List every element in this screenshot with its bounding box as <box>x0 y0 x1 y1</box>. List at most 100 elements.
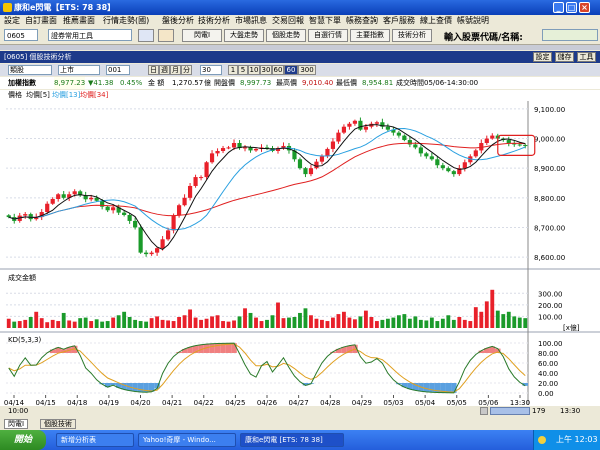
active-minute[interactable]: 60 <box>284 65 298 75</box>
category-select[interactable]: 類股 <box>8 65 52 75</box>
menu-trade-report[interactable]: 交易回報 <box>272 15 304 26</box>
code-combo[interactable]: 0605 <box>4 29 38 41</box>
market-trend-button[interactable]: 大盤走勢 <box>224 29 264 42</box>
volume-bar <box>83 317 88 328</box>
task-analysis-table[interactable]: 新增分析表 <box>56 433 134 447</box>
volume-bar <box>177 317 182 328</box>
candle-body <box>446 168 451 172</box>
volume-title: 成交金額 <box>8 274 36 282</box>
count-select[interactable]: 30 <box>200 65 222 75</box>
volume-bar <box>265 319 269 328</box>
close-button[interactable]: × <box>579 2 590 13</box>
menu-customer-service[interactable]: 客戶服務 <box>383 15 415 26</box>
flash-button[interactable]: 閃電I <box>182 29 222 42</box>
legend-ma34: 均價[34] <box>80 91 109 99</box>
window-title: 康和e閃電【ETS: 78 38】 <box>14 3 116 12</box>
maximize-button[interactable]: □ <box>566 2 577 13</box>
amount-label: 金 額 <box>148 79 165 87</box>
menu-custom-screen[interactable]: 自訂畫面 <box>25 15 57 26</box>
menu-market-info[interactable]: 市場訊息 <box>235 15 267 26</box>
high-value: 9,010.40 <box>302 79 334 87</box>
tray-icon <box>538 436 546 444</box>
menu-settings[interactable]: 設定 <box>4 15 20 26</box>
tab-stock-tech[interactable]: 個股技術 <box>40 419 76 429</box>
menu-smart-order[interactable]: 智慧下單 <box>309 15 341 26</box>
app-icon <box>3 3 12 12</box>
min-10[interactable]: 10 <box>248 65 260 75</box>
task-yahoo[interactable]: Yahoo!奇摩 - Windo... <box>138 433 236 447</box>
candle-body <box>56 194 61 199</box>
control-row: 類股 上市 001 日 週 月 分 30 1 5 10 30 60 60 300 <box>0 64 600 76</box>
market-select[interactable]: 上市 <box>58 65 100 75</box>
ma34-line <box>8 142 526 220</box>
menu-quotes[interactable]: 行情走勢(國) <box>103 15 149 26</box>
menu-after-market[interactable]: 盤後分析 <box>162 15 194 26</box>
menu-account-help[interactable]: 帳號說明 <box>457 15 489 26</box>
candle-body <box>347 123 352 127</box>
candle-body <box>517 144 522 146</box>
chart-icon[interactable] <box>158 29 174 42</box>
min-5[interactable]: 5 <box>238 65 248 75</box>
candle-body <box>187 185 193 198</box>
menu-technical-analysis[interactable]: 技術分析 <box>198 15 230 26</box>
volume-tick-label: 100.00 <box>538 313 563 321</box>
volume-bar <box>221 321 225 328</box>
menu-recommended-screen[interactable]: 推薦畫面 <box>63 15 95 26</box>
x-tick-label: 04/15 <box>36 399 56 406</box>
period-month[interactable]: 月 <box>170 65 181 75</box>
volume-bar <box>67 320 72 328</box>
custom-period[interactable]: 300 <box>298 65 316 75</box>
kd-tick-label: 60.00 <box>538 360 558 368</box>
candle-body <box>418 147 423 154</box>
candle-body <box>396 132 401 136</box>
tab-flash[interactable]: 閃電I <box>4 419 29 429</box>
candle-body <box>144 252 149 255</box>
candle-body <box>242 147 248 149</box>
calculator-icon[interactable] <box>138 29 154 42</box>
stock-trend-button[interactable]: 個股走勢 <box>266 29 306 42</box>
volume-tick-label: 300.00 <box>538 290 563 298</box>
volume-bar <box>210 316 214 328</box>
info-row: 加權指數 8,977.23 ▼41.38 0.45% 金 額 1,270.57 … <box>0 77 600 89</box>
minimize-button[interactable]: _ <box>553 2 564 13</box>
candle-body <box>127 215 132 221</box>
volume-bar <box>501 314 506 328</box>
scroll-left-icon[interactable] <box>480 407 488 415</box>
settings-button[interactable]: 設定 <box>533 52 552 62</box>
volume-bar <box>276 302 280 328</box>
tools-button[interactable]: 工具 <box>577 52 596 62</box>
volume-bar <box>468 321 473 328</box>
menu-online-quote[interactable]: 線上查價 <box>420 15 452 26</box>
number-select[interactable]: 001 <box>106 65 130 75</box>
volume-bar <box>122 311 127 328</box>
scroll-thumb[interactable] <box>490 407 530 415</box>
volume-bar <box>287 317 291 328</box>
start-button[interactable]: 開始 <box>0 430 46 450</box>
volume-bar <box>298 312 302 328</box>
candle-body <box>182 197 187 206</box>
menu-account-query[interactable]: 帳務查詢 <box>346 15 378 26</box>
tech-analysis-button[interactable]: 技術分析 <box>392 29 432 42</box>
open-label: 開盤價 <box>214 79 235 87</box>
tool-combo[interactable]: 證券常用工具 <box>48 29 132 41</box>
period-week[interactable]: 週 <box>159 65 170 75</box>
volume-bar <box>149 318 154 328</box>
period-day[interactable]: 日 <box>148 65 159 75</box>
save-button[interactable]: 儲存 <box>555 52 574 62</box>
period-minute[interactable]: 分 <box>181 65 192 75</box>
change-value: ▼41.38 <box>88 79 114 87</box>
min-30[interactable]: 30 <box>260 65 272 75</box>
main-index-button[interactable]: 主要指數 <box>350 29 390 42</box>
volume-bar <box>413 316 418 328</box>
volume-bar <box>374 321 379 328</box>
task-ets[interactable]: 康和e閃電 [ETS: 78 38] <box>240 433 344 447</box>
volume-bar <box>325 321 330 328</box>
watchlist-button[interactable]: 自選行情 <box>308 29 348 42</box>
min-60[interactable]: 60 <box>272 65 284 75</box>
stock-input[interactable] <box>542 29 598 41</box>
min-1[interactable]: 1 <box>228 65 238 75</box>
candle-body <box>253 148 259 151</box>
candle-body <box>28 214 33 220</box>
time-scrollbar[interactable]: 10:00 179 13:30 <box>0 406 600 416</box>
panel-header: [0605] 個股技術分析 設定 儲存 工具 <box>0 51 600 63</box>
